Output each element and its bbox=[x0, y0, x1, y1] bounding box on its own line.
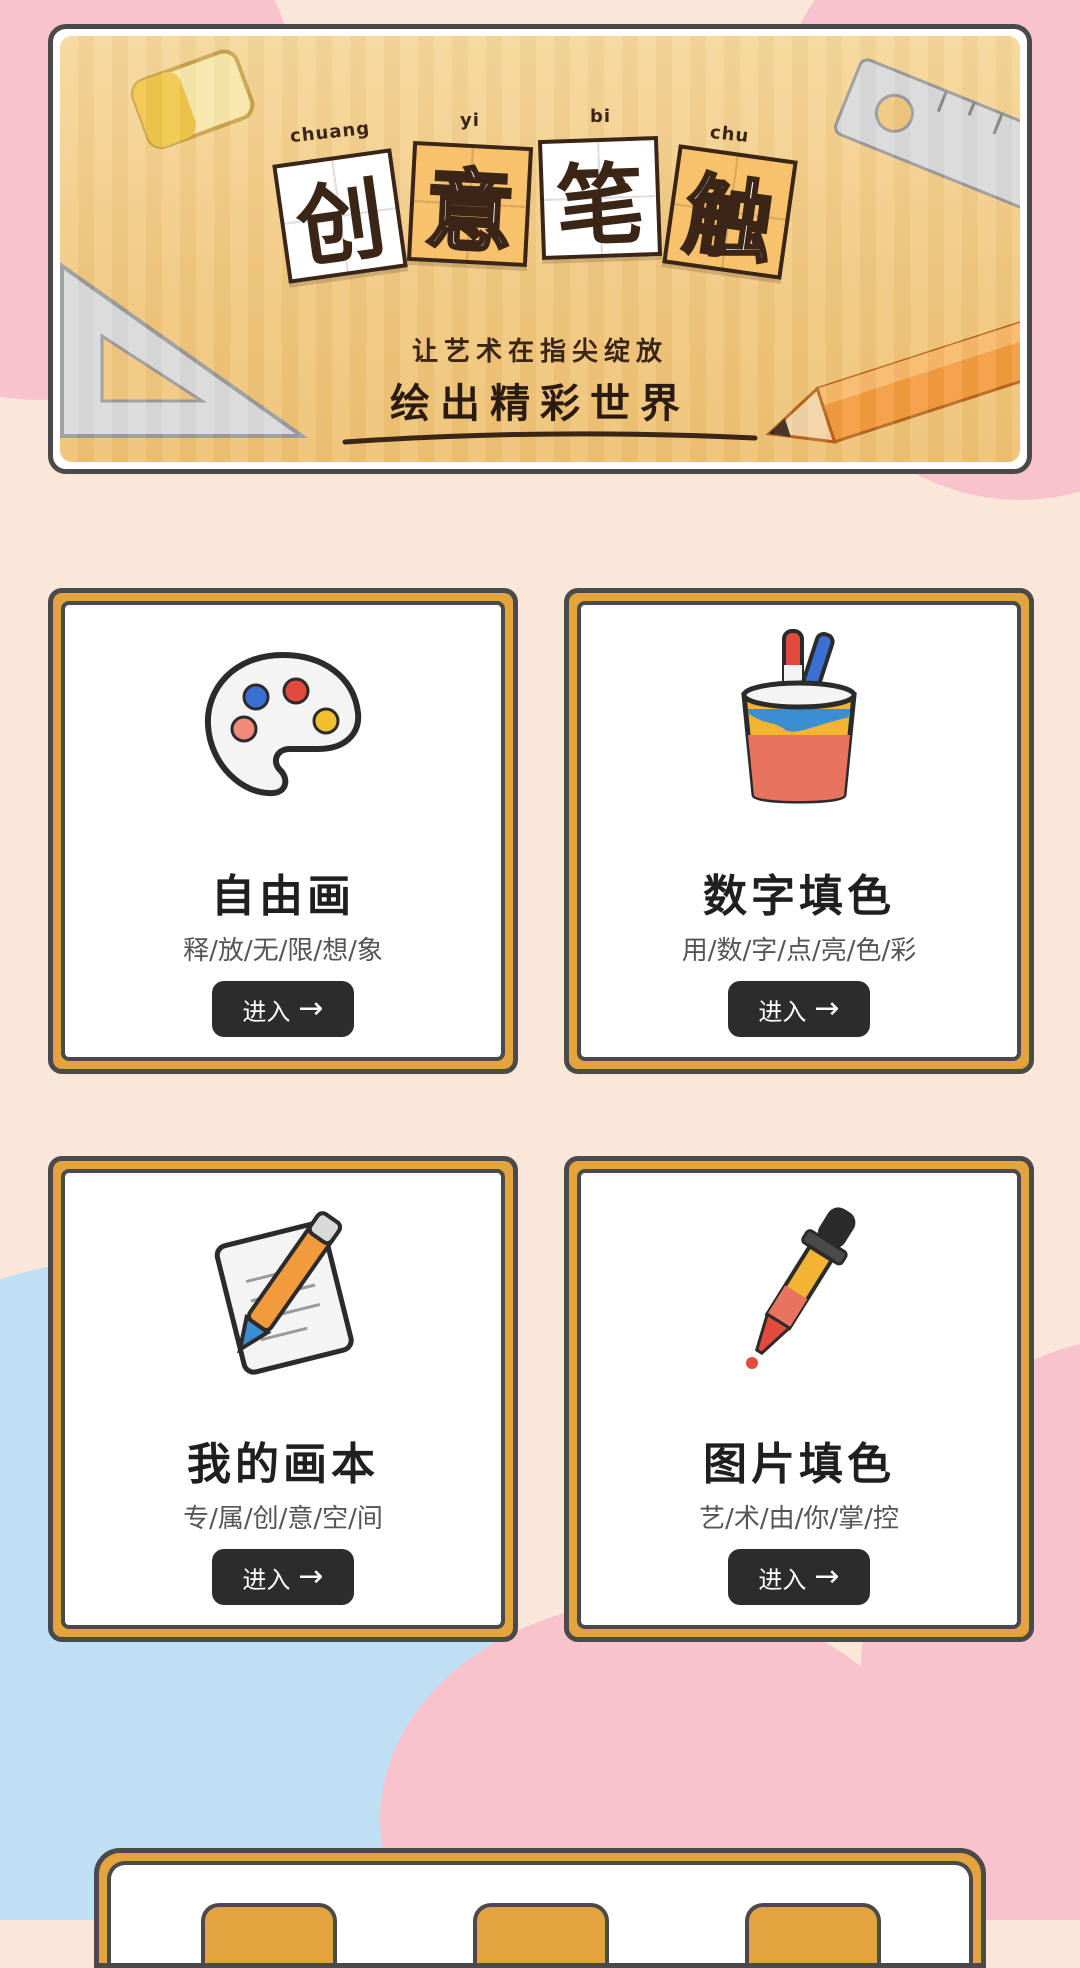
pinyin-bi: bi bbox=[590, 106, 612, 127]
banner-title: chuang yi bi chu 创 意 笔 触 bbox=[270, 106, 830, 316]
bottom-tab-3[interactable] bbox=[745, 1903, 881, 1963]
enter-button-my-sketchbook[interactable]: 进入 → bbox=[212, 1549, 354, 1605]
pinyin-yi: yi bbox=[460, 110, 480, 131]
card-title: 我的画本 bbox=[187, 1439, 379, 1490]
banner-slogan-line2: 绘出精彩世界 bbox=[390, 380, 690, 427]
card-number-coloring[interactable]: 数字填色 用/数/字/点/亮/色/彩 进入 → bbox=[564, 588, 1034, 1074]
bottom-tab-1[interactable] bbox=[201, 1903, 337, 1963]
card-my-sketchbook[interactable]: 我的画本 专/属/创/意/空/间 进入 → bbox=[48, 1156, 518, 1642]
hero-banner-inner: chuang yi bi chu 创 意 笔 触 让艺术在指尖绽放 绘出精彩世界 bbox=[60, 36, 1020, 462]
pinyin-chuang: chuang bbox=[289, 117, 372, 148]
bottom-panel-inner bbox=[107, 1861, 973, 1963]
palette-icon bbox=[204, 651, 362, 797]
card-free-draw[interactable]: 自由画 释/放/无/限/想/象 进入 → bbox=[48, 588, 518, 1074]
title-tile-3: 笔 bbox=[537, 135, 663, 261]
banner-slogan-line1: 让艺术在指尖绽放 bbox=[411, 337, 668, 367]
card-title: 图片填色 bbox=[703, 1439, 895, 1490]
title-char: 笔 bbox=[554, 150, 647, 259]
enter-button-label: 进入 bbox=[758, 1565, 807, 1594]
title-tile-2: 意 bbox=[406, 140, 534, 268]
title-char: 触 bbox=[677, 159, 782, 277]
title-tile-1: 创 bbox=[272, 148, 408, 284]
hero-banner: chuang yi bi chu 创 意 笔 触 让艺术在指尖绽放 绘出精彩世界 bbox=[48, 24, 1032, 474]
eraser-icon bbox=[130, 49, 255, 150]
enter-button-label: 进入 bbox=[242, 997, 291, 1026]
enter-button-label: 进入 bbox=[758, 997, 807, 1026]
card-picture-coloring[interactable]: 图片填色 艺/术/由/你/掌/控 进入 → bbox=[564, 1156, 1034, 1642]
arrow-right-icon: → bbox=[814, 1559, 840, 1594]
sketchbook-pencil-icon bbox=[214, 1211, 354, 1375]
arrow-right-icon: → bbox=[298, 1559, 324, 1594]
dropper-icon bbox=[746, 1207, 856, 1369]
card-inner: 图片填色 艺/术/由/你/掌/控 进入 → bbox=[577, 1169, 1021, 1629]
title-char: 意 bbox=[421, 155, 517, 266]
card-title: 数字填色 bbox=[703, 871, 895, 922]
pinyin-chu: chu bbox=[709, 122, 751, 147]
ruler-icon bbox=[833, 58, 1020, 214]
bottom-panel bbox=[94, 1848, 986, 1968]
card-subtitle: 专/属/创/意/空/间 bbox=[183, 1504, 383, 1534]
card-inner: 自由画 释/放/无/限/想/象 进入 → bbox=[61, 601, 505, 1061]
paint-bucket-icon bbox=[741, 629, 857, 804]
card-subtitle: 释/放/无/限/想/象 bbox=[183, 936, 383, 966]
enter-button-label: 进入 bbox=[242, 1565, 291, 1594]
card-inner: 数字填色 用/数/字/点/亮/色/彩 进入 → bbox=[577, 601, 1021, 1061]
enter-button-number-coloring[interactable]: 进入 → bbox=[728, 981, 870, 1037]
card-subtitle: 用/数/字/点/亮/色/彩 bbox=[681, 936, 917, 966]
underline-swoosh-icon bbox=[342, 431, 758, 445]
arrow-right-icon: → bbox=[298, 991, 324, 1026]
title-char: 创 bbox=[290, 164, 392, 281]
card-subtitle: 艺/术/由/你/掌/控 bbox=[699, 1504, 899, 1534]
title-tile-4: 触 bbox=[662, 144, 798, 280]
card-inner: 我的画本 专/属/创/意/空/间 进入 → bbox=[61, 1169, 505, 1629]
arrow-right-icon: → bbox=[814, 991, 840, 1026]
enter-button-free-draw[interactable]: 进入 → bbox=[212, 981, 354, 1037]
card-title: 自由画 bbox=[211, 871, 355, 922]
bottom-tab-2[interactable] bbox=[473, 1903, 609, 1963]
enter-button-picture-coloring[interactable]: 进入 → bbox=[728, 1549, 870, 1605]
